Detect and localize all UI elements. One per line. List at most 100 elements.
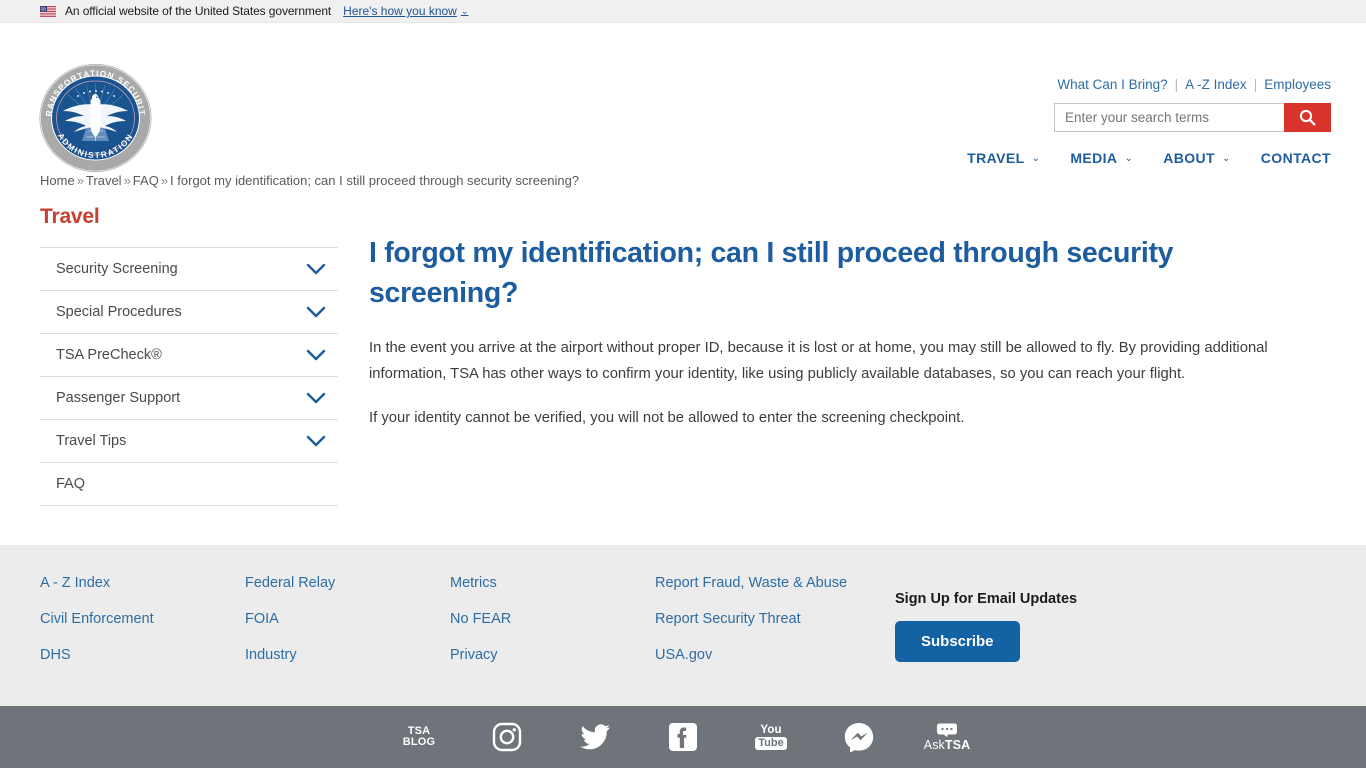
nav-item-label: TRAVEL <box>967 150 1025 166</box>
page-title: I forgot my identification; can I still … <box>369 237 1174 309</box>
footer-link-a-z-index[interactable]: A - Z Index <box>40 575 245 591</box>
utility-link-employees[interactable]: Employees <box>1264 77 1331 92</box>
chevron-down-icon <box>306 263 326 275</box>
youtube-icon: You Tube <box>755 724 787 750</box>
site-header: TRANSPORTATION SECURITY ADMINISTRATION W… <box>0 23 1366 172</box>
sidebar: Travel Security Screening Special Proced… <box>40 205 338 506</box>
chevron-down-icon <box>306 306 326 318</box>
nav-item-label: CONTACT <box>1260 150 1331 166</box>
chevron-down-icon: ⌄ <box>1222 152 1231 164</box>
footer-column-4: Report Fraud, Waste & Abuse Report Secur… <box>655 575 895 663</box>
footer-link-metrics[interactable]: Metrics <box>450 575 655 591</box>
nav-item-label: MEDIA <box>1070 150 1118 166</box>
social-link-twitter[interactable] <box>567 715 623 759</box>
social-link-asktsa[interactable]: AskTSA <box>919 715 975 759</box>
utility-link-a-z-index[interactable]: A -Z Index <box>1185 77 1247 92</box>
subscribe-button[interactable]: Subscribe <box>895 621 1020 662</box>
sidebar-item-passenger-support[interactable]: Passenger Support <box>40 377 338 420</box>
footer-column-1: A - Z Index Civil Enforcement DHS <box>40 575 245 663</box>
sidebar-item-special-procedures[interactable]: Special Procedures <box>40 291 338 334</box>
sidebar-item-travel-tips[interactable]: Travel Tips <box>40 420 338 463</box>
utility-link-what-can-i-bring[interactable]: What Can I Bring? <box>1057 77 1167 92</box>
social-link-instagram[interactable] <box>479 715 535 759</box>
content-area: Travel Security Screening Special Proced… <box>0 205 1366 545</box>
social-link-facebook[interactable] <box>655 715 711 759</box>
sidebar-item-label: Security Screening <box>56 261 178 277</box>
footer-link-dhs[interactable]: DHS <box>40 647 245 663</box>
social-bar: TSA BLOG You Tube AskTSA <box>0 706 1366 768</box>
asktsa-label-tsa: TSA <box>944 738 971 752</box>
footer: A - Z Index Civil Enforcement DHS Federa… <box>0 545 1366 706</box>
sidebar-item-label: Passenger Support <box>56 390 181 406</box>
facebook-icon <box>669 723 697 751</box>
main-navigation: TRAVEL ⌄ MEDIA ⌄ ABOUT ⌄ CONTACT <box>967 150 1331 166</box>
tsa-seal-icon: TRANSPORTATION SECURITY ADMINISTRATION <box>38 63 152 172</box>
breadcrumb-item-home[interactable]: Home <box>40 173 75 188</box>
footer-links: A - Z Index Civil Enforcement DHS Federa… <box>40 575 895 663</box>
utility-separator: | <box>1253 77 1258 92</box>
breadcrumb-item-current: I forgot my identification; can I still … <box>170 173 580 188</box>
chevron-down-icon: ⌄ <box>1124 152 1134 164</box>
tsa-logo[interactable]: TRANSPORTATION SECURITY ADMINISTRATION <box>38 63 153 173</box>
how-you-know-link[interactable]: Here's how you know ⌄ <box>343 4 468 18</box>
breadcrumb-separator: » <box>160 173 169 188</box>
breadcrumb-item-travel[interactable]: Travel <box>86 173 122 188</box>
chevron-down-icon <box>306 349 326 361</box>
body-paragraph-2: If your identity cannot be verified, you… <box>369 410 965 426</box>
chat-bubble-icon <box>936 723 957 737</box>
search-input[interactable] <box>1054 103 1284 132</box>
tsa-blog-icon: TSA BLOG <box>403 726 436 748</box>
email-signup-title: Sign Up for Email Updates <box>895 591 1078 607</box>
gov-banner: An official website of the United States… <box>0 0 1366 23</box>
sidebar-item-label: TSA PreCheck® <box>56 347 162 363</box>
utility-separator: | <box>1174 77 1179 92</box>
chevron-down-icon <box>306 435 326 447</box>
asktsa-icon: AskTSA <box>924 722 970 752</box>
breadcrumb-item-faq[interactable]: FAQ <box>133 173 159 188</box>
messenger-icon <box>844 723 874 752</box>
footer-link-no-fear[interactable]: No FEAR <box>450 611 655 627</box>
sidebar-item-tsa-precheck[interactable]: TSA PreCheck® <box>40 334 338 377</box>
sidebar-item-faq[interactable]: FAQ <box>40 463 338 506</box>
nav-item-travel[interactable]: TRAVEL ⌄ <box>967 150 1040 166</box>
footer-link-civil-enforcement[interactable]: Civil Enforcement <box>40 611 245 627</box>
sidebar-item-label: Special Procedures <box>56 304 182 320</box>
instagram-icon <box>492 722 522 752</box>
footer-column-2: Federal Relay FOIA Industry <box>245 575 450 663</box>
social-link-tsa-blog[interactable]: TSA BLOG <box>391 715 447 759</box>
search-form <box>1054 103 1331 132</box>
sidebar-menu: Security Screening Special Procedures TS… <box>40 247 338 506</box>
breadcrumb-separator: » <box>123 173 131 188</box>
sidebar-item-label: Travel Tips <box>56 433 127 449</box>
main-content: I forgot my identification; can I still … <box>369 205 1309 431</box>
email-signup: Sign Up for Email Updates Subscribe <box>895 591 1077 662</box>
search-submit-button[interactable] <box>1284 103 1331 132</box>
footer-link-usa-gov[interactable]: USA.gov <box>655 647 895 663</box>
footer-link-report-fraud[interactable]: Report Fraud, Waste & Abuse <box>655 575 895 591</box>
breadcrumb-separator: » <box>76 173 84 188</box>
nav-item-label: ABOUT <box>1163 150 1216 166</box>
utility-links: What Can I Bring? | A -Z Index | Employees <box>1057 77 1331 92</box>
footer-link-federal-relay[interactable]: Federal Relay <box>245 575 450 591</box>
footer-link-report-security-threat[interactable]: Report Security Threat <box>655 611 895 627</box>
footer-column-3: Metrics No FEAR Privacy <box>450 575 655 663</box>
youtube-line1: You <box>760 724 782 736</box>
asktsa-label-ask: Ask <box>923 738 945 752</box>
tsa-blog-line2: BLOG <box>402 736 436 748</box>
us-flag-icon <box>40 5 56 17</box>
footer-link-industry[interactable]: Industry <box>245 647 450 663</box>
nav-item-contact[interactable]: CONTACT <box>1261 150 1331 166</box>
body-paragraph-1: In the event you arrive at the airport w… <box>369 340 1268 382</box>
nav-item-media[interactable]: MEDIA ⌄ <box>1070 150 1133 166</box>
youtube-line2: Tube <box>755 737 787 750</box>
chevron-down-icon: ⌄ <box>460 5 469 16</box>
social-link-messenger[interactable] <box>831 715 887 759</box>
sidebar-item-security-screening[interactable]: Security Screening <box>40 248 338 291</box>
social-link-youtube[interactable]: You Tube <box>743 715 799 759</box>
breadcrumb: Home» Travel» FAQ» I forgot my identificati… <box>40 173 579 188</box>
footer-link-privacy[interactable]: Privacy <box>450 647 655 663</box>
chevron-down-icon: ⌄ <box>1031 152 1041 164</box>
nav-item-about[interactable]: ABOUT ⌄ <box>1163 150 1231 166</box>
chevron-down-icon <box>306 392 326 404</box>
footer-link-foia[interactable]: FOIA <box>245 611 450 627</box>
